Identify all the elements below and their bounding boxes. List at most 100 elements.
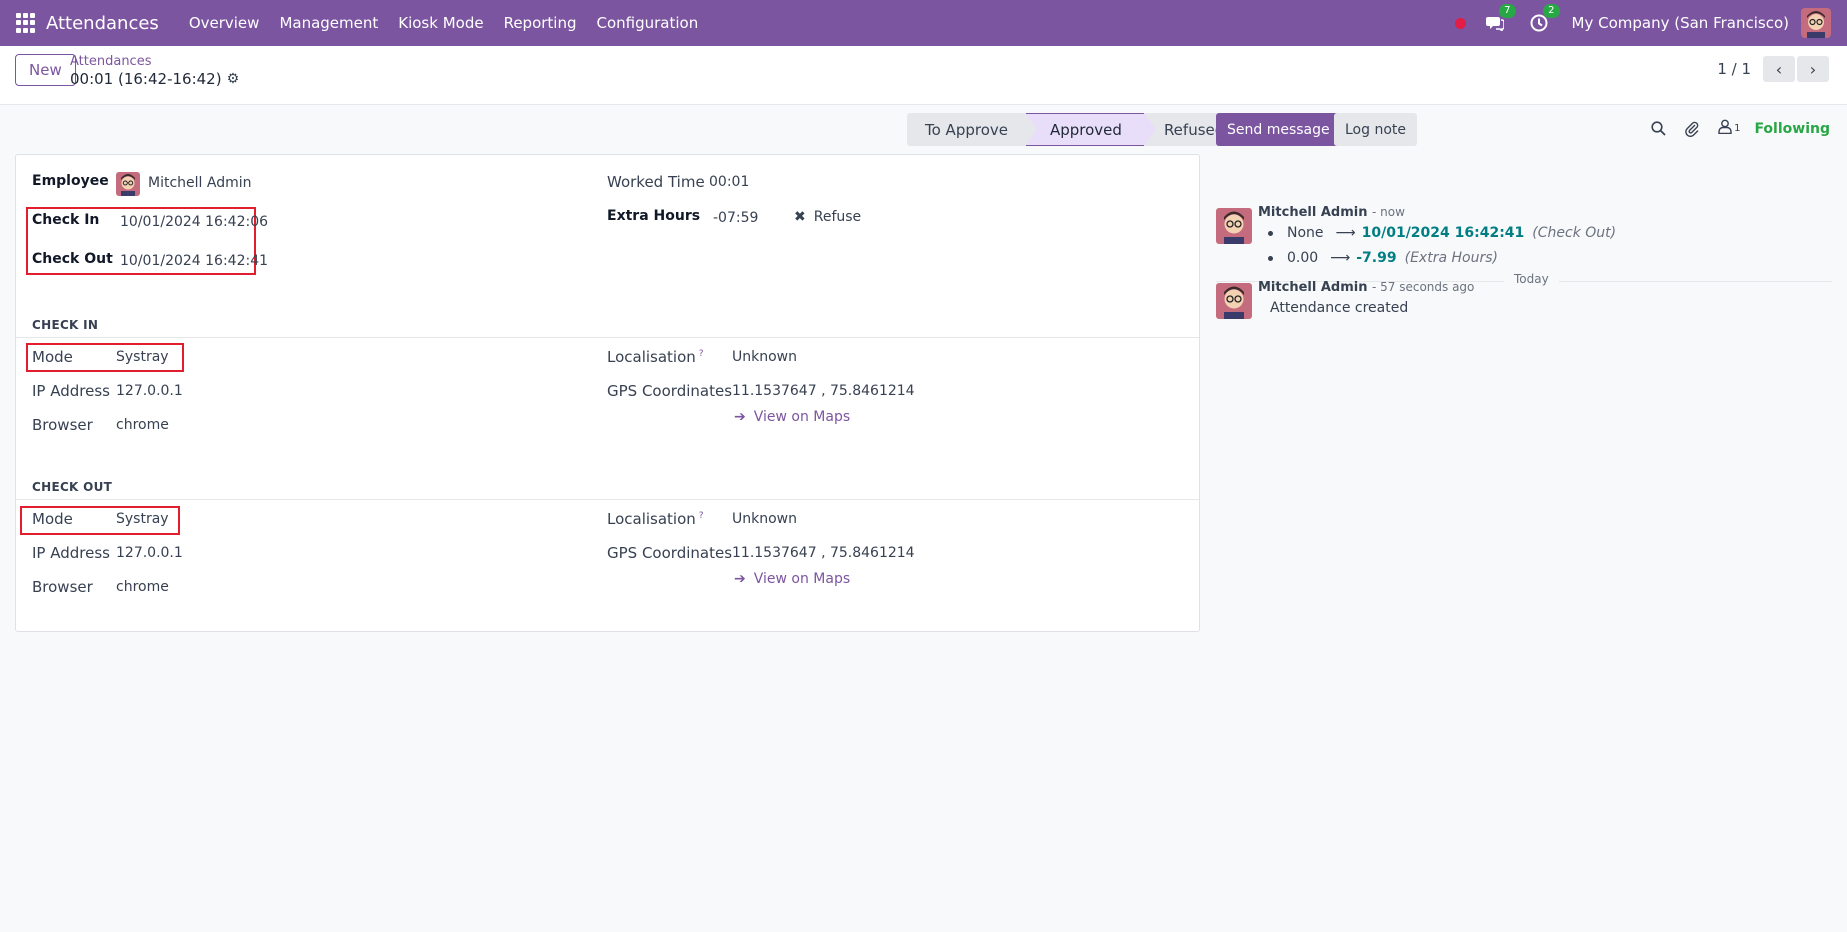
message-author: Mitchell Admin - now — [1258, 205, 1405, 220]
arrow-right-icon: ➔ — [734, 409, 746, 425]
message-author-name[interactable]: Mitchell Admin — [1258, 280, 1367, 295]
tracking-field-name: (Extra Hours) — [1404, 250, 1498, 266]
menu-overview[interactable]: Overview — [189, 14, 260, 32]
form-sheet: Employee Mitchell Admin Check In 10/01/2… — [15, 154, 1200, 632]
check-out-view-on-maps-link[interactable]: ➔ View on Maps — [734, 571, 850, 587]
company-switcher[interactable]: My Company (San Francisco) — [1572, 14, 1789, 32]
check-in-gps-label: GPS Coordinates — [607, 382, 733, 400]
chatter-toolbar: 1 Following — [1633, 119, 1830, 138]
message-author-avatar[interactable] — [1216, 283, 1252, 319]
message-time: - now — [1371, 205, 1405, 219]
check-in-mode-label: Mode — [32, 348, 73, 366]
tracking-value-row: None ⟶ 10/01/2024 16:42:41 (Check Out) — [1268, 225, 1616, 241]
tracking-new-value: -7.99 — [1356, 250, 1397, 266]
long-arrow-right-icon: ⟶ — [1330, 250, 1351, 266]
bullet — [1268, 230, 1273, 236]
paperclip-icon[interactable] — [1684, 121, 1700, 137]
extra-hours-label: Extra Hours — [607, 208, 701, 224]
message-author-avatar[interactable] — [1216, 208, 1252, 244]
apps-menu-icon[interactable] — [16, 13, 36, 33]
message-time: - 57 seconds ago — [1371, 280, 1475, 294]
check-out-ip-value: 127.0.0.1 — [116, 545, 183, 561]
check-in-value[interactable]: 10/01/2024 16:42:06 — [120, 214, 268, 230]
refuse-button[interactable]: ✖ Refuse — [794, 209, 861, 225]
help-tooltip-icon[interactable]: ? — [699, 349, 704, 359]
pager: 1 / 1 ‹ › — [1717, 56, 1829, 82]
navbar-systray: 7 2 My Company (San Francisco) — [1454, 0, 1847, 46]
recording-indicator-icon[interactable] — [1454, 17, 1466, 29]
tracking-field-name: (Check Out) — [1532, 225, 1617, 241]
check-out-gps-label: GPS Coordinates — [607, 544, 733, 562]
status-bar: To Approve Approved Refused — [907, 113, 1243, 146]
close-icon: ✖ — [794, 209, 806, 225]
employee-value[interactable]: Mitchell Admin — [148, 175, 252, 191]
tracking-old-value: None — [1287, 225, 1324, 241]
new-button[interactable]: New — [15, 54, 76, 86]
activities-clock-icon[interactable]: 2 — [1528, 4, 1560, 34]
day-label: Today — [1504, 272, 1559, 286]
check-in-label: Check In — [32, 212, 100, 228]
log-note-button[interactable]: Log note — [1334, 113, 1417, 146]
check-in-localisation-value: Unknown — [732, 349, 797, 365]
pager-value[interactable]: 1 / 1 — [1717, 60, 1751, 78]
activities-count-badge: 2 — [1543, 4, 1560, 18]
content-area: To Approve Approved Refused Employee Mit… — [0, 105, 1847, 932]
message-body: Attendance created — [1270, 300, 1409, 316]
menu-kiosk-mode[interactable]: Kiosk Mode — [398, 14, 483, 32]
followers-button[interactable]: 1 — [1718, 119, 1740, 138]
user-avatar[interactable] — [1801, 8, 1831, 38]
check-out-value[interactable]: 10/01/2024 16:42:41 — [120, 253, 268, 269]
worked-time-label: Worked Time — [607, 173, 705, 191]
check-in-localisation-label: Localisation? — [607, 348, 704, 366]
bullet — [1268, 255, 1273, 261]
check-out-ip-label: IP Address — [32, 544, 110, 562]
record-title-text: 00:01 (16:42-16:42) — [70, 70, 222, 88]
menu-reporting[interactable]: Reporting — [504, 14, 577, 32]
menu-management[interactable]: Management — [279, 14, 378, 32]
check-out-localisation-label: Localisation? — [607, 510, 704, 528]
long-arrow-right-icon: ⟶ — [1335, 225, 1356, 241]
check-in-browser-value: chrome — [116, 417, 169, 433]
check-in-separator — [16, 337, 1199, 338]
check-in-view-on-maps-link[interactable]: ➔ View on Maps — [734, 409, 850, 425]
pager-previous-button[interactable]: ‹ — [1763, 56, 1795, 82]
stage-approved[interactable]: Approved — [1024, 113, 1156, 146]
app-name[interactable]: Attendances — [46, 13, 159, 34]
send-message-button[interactable]: Send message — [1216, 113, 1341, 146]
check-in-ip-label: IP Address — [32, 382, 110, 400]
arrow-right-icon: ➔ — [734, 571, 746, 587]
main-menu: Overview Management Kiosk Mode Reporting… — [169, 14, 698, 32]
control-panel: New Attendances 00:01 (16:42-16:42) ⚙ 1 … — [0, 46, 1847, 105]
messages-icon[interactable]: 7 — [1484, 4, 1516, 34]
record-title: 00:01 (16:42-16:42) ⚙ — [70, 70, 239, 88]
check-out-label: Check Out — [32, 251, 113, 267]
gear-icon[interactable]: ⚙ — [227, 71, 240, 87]
check-in-browser-label: Browser — [32, 416, 93, 434]
messages-count-badge: 7 — [1499, 4, 1516, 18]
employee-label: Employee — [32, 173, 109, 189]
breadcrumb-attendances[interactable]: Attendances — [70, 54, 151, 69]
search-icon[interactable] — [1651, 121, 1666, 136]
following-button[interactable]: Following — [1754, 121, 1830, 137]
check-out-localisation-label-text: Localisation — [607, 510, 696, 528]
check-in-ip-value: 127.0.0.1 — [116, 383, 183, 399]
check-in-mode-value: Systray — [116, 349, 169, 365]
pager-next-button[interactable]: › — [1797, 56, 1829, 82]
stage-to-approve[interactable]: To Approve — [907, 113, 1026, 146]
check-out-mode-label: Mode — [32, 510, 73, 528]
top-navbar: Attendances Overview Management Kiosk Mo… — [0, 0, 1847, 46]
check-in-view-on-maps-label: View on Maps — [753, 409, 851, 425]
check-out-separator — [16, 499, 1199, 500]
user-icon — [1718, 119, 1732, 138]
check-in-section-title: CHECK IN — [32, 318, 99, 332]
message-author-name[interactable]: Mitchell Admin — [1258, 205, 1367, 220]
check-in-localisation-label-text: Localisation — [607, 348, 696, 366]
extra-hours-value: -07:59 — [713, 210, 759, 226]
menu-configuration[interactable]: Configuration — [597, 14, 699, 32]
tracking-old-value: 0.00 — [1287, 250, 1319, 266]
help-tooltip-icon[interactable]: ? — [699, 511, 704, 521]
check-out-browser-value: chrome — [116, 579, 169, 595]
check-out-localisation-value: Unknown — [732, 511, 797, 527]
check-out-gps-value: 11.1537647 , 75.8461214 — [732, 545, 915, 561]
check-out-mode-value: Systray — [116, 511, 169, 527]
